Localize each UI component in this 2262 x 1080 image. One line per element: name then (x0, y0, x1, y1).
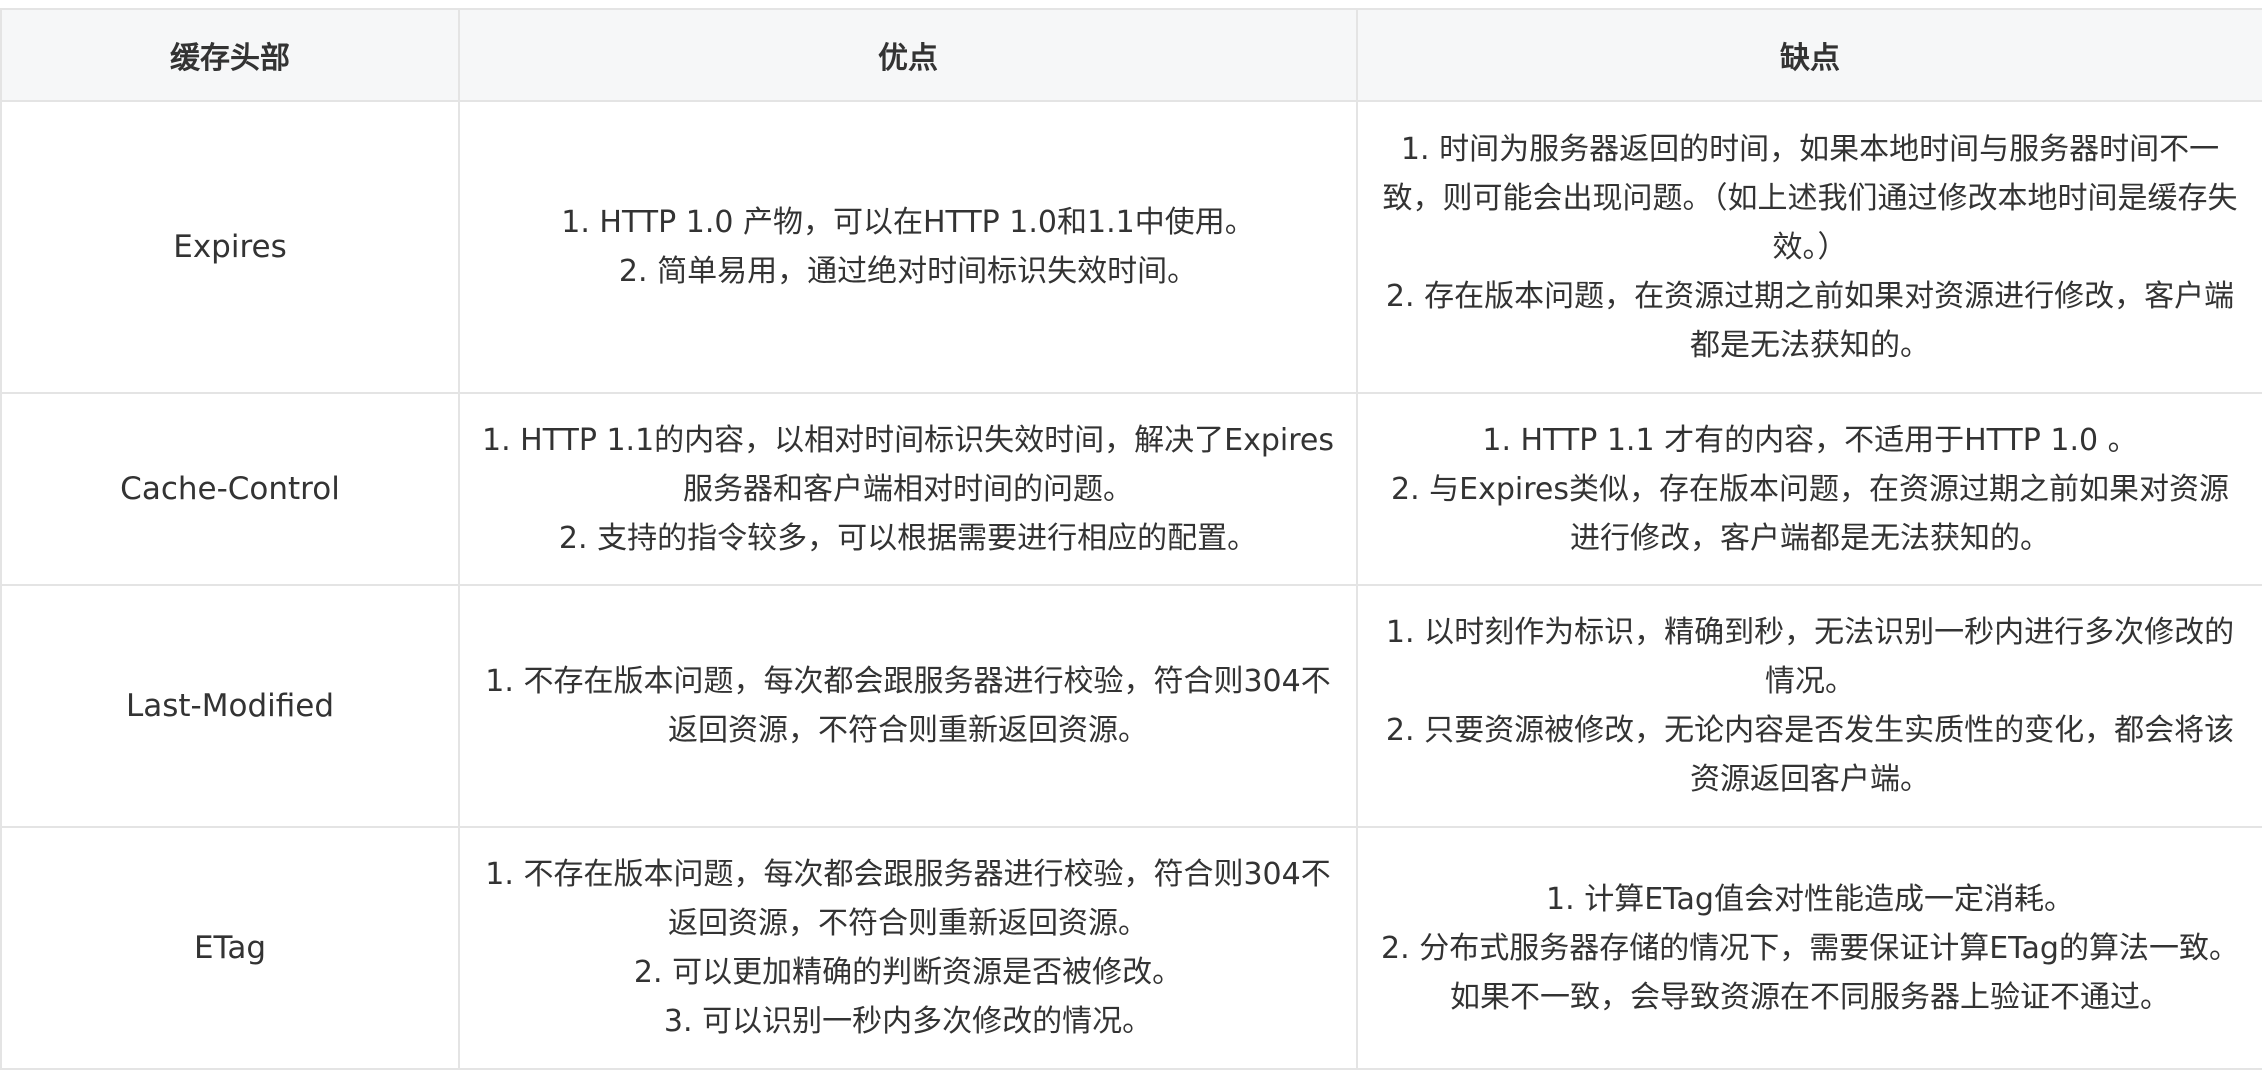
pros-item: 1. 不存在版本问题，每次都会跟服务器进行校验，符合则304不返回资源，不符合则… (485, 857, 1331, 941)
row-cons: 1. 计算ETag值会对性能造成一定消耗。 2. 分布式服务器存储的情况下，需要… (1356, 826, 2262, 1070)
cons-item: 1. HTTP 1.1 才有的内容，不适用于HTTP 1.0 。 (1482, 422, 2138, 458)
table-body: Expires 1. HTTP 1.0 产物，可以在HTTP 1.0和1.1中使… (0, 100, 2262, 1070)
table-header: 缓存头部 优点 缺点 (0, 8, 2262, 102)
table-row-etag: ETag 1. 不存在版本问题，每次都会跟服务器进行校验，符合则304不返回资源… (0, 826, 2262, 1070)
row-name: Last-Modified (0, 584, 460, 828)
pros-item: 2. 简单易用，通过绝对时间标识失效时间。 (618, 254, 1198, 289)
pros-item: 2. 支持的指令较多，可以根据需要进行相应的配置。 (558, 520, 1258, 556)
row-name: Expires (0, 100, 460, 394)
cons-item: 1. 计算ETag值会对性能造成一定消耗。 (1546, 881, 2074, 917)
pros-item: 1. 不存在版本问题，每次都会跟服务器进行校验，符合则304不返回资源，不符合则… (485, 664, 1331, 748)
row-pros: 1. HTTP 1.1的内容，以相对时间标识失效时间，解决了Expires服务器… (458, 392, 1358, 586)
row-pros: 1. 不存在版本问题，每次都会跟服务器进行校验，符合则304不返回资源，不符合则… (458, 826, 1358, 1070)
row-cons: 1. 时间为服务器返回的时间，如果本地时间与服务器时间不一致，则可能会出现问题。… (1356, 100, 2262, 394)
table-row-cache-control: Cache-Control 1. HTTP 1.1的内容，以相对时间标识失效时间… (0, 392, 2262, 586)
table-row-expires: Expires 1. HTTP 1.0 产物，可以在HTTP 1.0和1.1中使… (0, 100, 2262, 394)
cons-item: 2. 分布式服务器存储的情况下，需要保证计算ETag的算法一致。如果不一致，会导… (1381, 930, 2239, 1015)
comparison-table-container: 缓存头部 优点 缺点 Expires 1. HTTP 1.0 产物，可以在HTT… (0, 8, 2262, 1070)
cons-item: 2. 与Expires类似，存在版本问题，在资源过期之前如果对资源进行修改，客户… (1390, 471, 2229, 556)
cache-header-comparison-table: 缓存头部 优点 缺点 Expires 1. HTTP 1.0 产物，可以在HTT… (0, 8, 2262, 1070)
row-name: ETag (0, 826, 460, 1070)
cons-item: 2. 存在版本问题，在资源过期之前如果对资源进行修改，客户端都是无法获知的。 (1385, 278, 2235, 363)
row-pros: 1. 不存在版本问题，每次都会跟服务器进行校验，符合则304不返回资源，不符合则… (458, 584, 1358, 828)
cons-item: 2. 只要资源被修改，无论内容是否发生实质性的变化，都会将该资源返回客户端。 (1385, 713, 2235, 797)
header-row: 缓存头部 优点 缺点 (0, 8, 2262, 102)
cons-item: 1. 时间为服务器返回的时间，如果本地时间与服务器时间不一致，则可能会出现问题。… (1382, 131, 2238, 265)
table-row-last-modified: Last-Modified 1. 不存在版本问题，每次都会跟服务器进行校验，符合… (0, 584, 2262, 828)
row-cons: 1. HTTP 1.1 才有的内容，不适用于HTTP 1.0 。 2. 与Exp… (1356, 392, 2262, 586)
header-cache-header: 缓存头部 (0, 8, 460, 102)
row-pros: 1. HTTP 1.0 产物，可以在HTTP 1.0和1.1中使用。 2. 简单… (458, 100, 1358, 394)
pros-item: 1. HTTP 1.1的内容，以相对时间标识失效时间，解决了Expires服务器… (481, 422, 1335, 507)
pros-item: 1. HTTP 1.0 产物，可以在HTTP 1.0和1.1中使用。 (561, 205, 1255, 240)
header-pros: 优点 (458, 8, 1358, 102)
row-name: Cache-Control (0, 392, 460, 586)
pros-item: 3. 可以识别一秒内多次修改的情况。 (663, 1004, 1153, 1039)
header-cons: 缺点 (1356, 8, 2262, 102)
cons-item: 1. 以时刻作为标识，精确到秒，无法识别一秒内进行多次修改的情况。 (1385, 615, 2235, 699)
pros-item: 2. 可以更加精确的判断资源是否被修改。 (633, 955, 1183, 990)
row-cons: 1. 以时刻作为标识，精确到秒，无法识别一秒内进行多次修改的情况。 2. 只要资… (1356, 584, 2262, 828)
